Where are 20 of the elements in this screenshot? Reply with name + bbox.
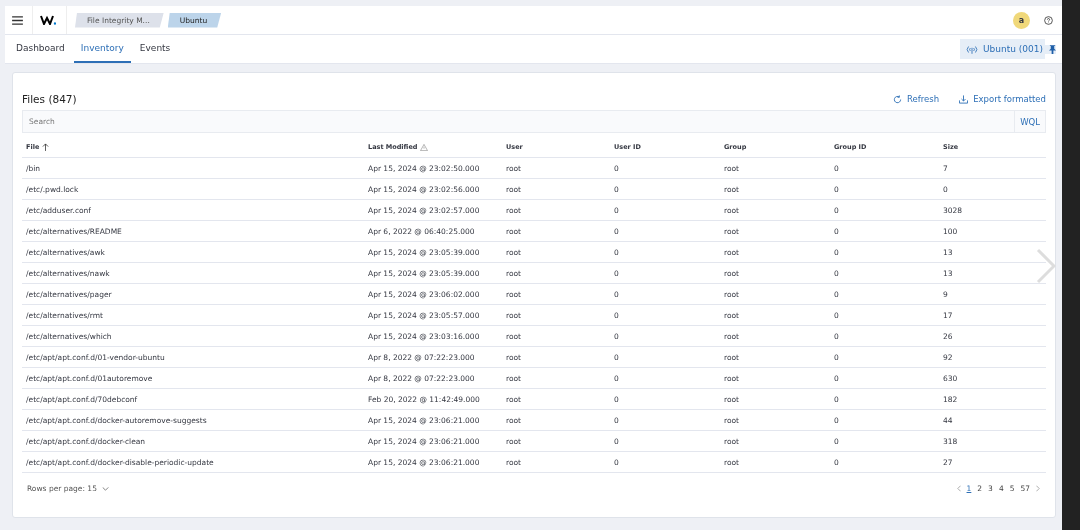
agent-button[interactable]: Ubuntu (001) [960, 39, 1045, 59]
chevron-down-icon [101, 486, 109, 491]
refresh-button[interactable]: Refresh [893, 94, 940, 104]
user-avatar[interactable]: a [1013, 11, 1030, 29]
sort-up-icon [42, 143, 50, 152]
tab[interactable]: Dashboard [9, 35, 72, 63]
export-button[interactable]: Export formatted [959, 94, 1046, 104]
panel-title: Files (847) [22, 93, 77, 105]
refresh-icon [893, 94, 903, 104]
help-icon[interactable] [1044, 15, 1053, 25]
warning-icon [420, 143, 429, 151]
signal-icon [966, 44, 978, 54]
tab[interactable]: Events [132, 35, 178, 63]
pin-icon[interactable] [1045, 44, 1056, 54]
download-icon [959, 94, 969, 104]
logo[interactable] [32, 6, 67, 34]
menu-icon[interactable] [12, 15, 23, 25]
query-language-button[interactable]: WQL [1014, 110, 1046, 133]
tab[interactable]: Inventory [73, 35, 131, 63]
logo-icon [40, 15, 56, 25]
